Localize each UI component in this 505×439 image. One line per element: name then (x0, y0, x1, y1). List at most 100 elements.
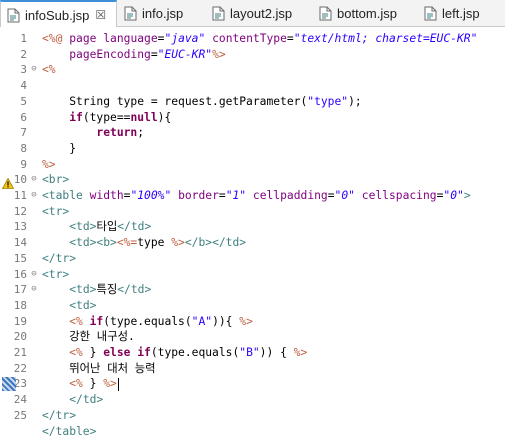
tab-bottom-jsp[interactable]: bottom.jsp (315, 0, 415, 27)
tab-info-jsp[interactable]: info.jsp (120, 0, 210, 27)
code-token (42, 346, 69, 359)
code-line[interactable]: </table> (42, 424, 505, 439)
change-marker-icon (2, 377, 16, 391)
code-token: (type== (83, 111, 131, 124)
code-token: null (130, 111, 157, 124)
line-number: 3 (0, 62, 27, 78)
code-token: %> (103, 377, 117, 390)
code-token: %> (171, 236, 185, 249)
code-token: = (328, 189, 335, 202)
code-line[interactable]: <td><b><%=type %></b></td> (42, 235, 505, 251)
code-token: (type.equals( (103, 315, 191, 328)
line-number: 14 (0, 235, 27, 251)
tab-left-jsp[interactable]: left.jsp (420, 0, 505, 27)
code-token (42, 283, 69, 296)
fold-toggle-icon[interactable]: ⊖ (30, 267, 38, 283)
line-number: 6 (0, 110, 27, 126)
tab-label: layout2.jsp (230, 6, 292, 21)
code-line[interactable]: <tr> (42, 204, 505, 220)
code-token: > (464, 189, 471, 202)
code-line[interactable]: pageEncoding="EUC-KR"%> (42, 47, 505, 63)
code-token: language (103, 32, 157, 45)
tab-label: bottom.jsp (337, 6, 397, 21)
line-number: 12 (0, 204, 27, 220)
code-token: "0" (335, 189, 355, 202)
line-number: 18 (0, 298, 27, 314)
jsp-file-icon (124, 6, 137, 21)
code-token: </tr> (42, 252, 76, 265)
code-line[interactable]: <tr> (42, 267, 505, 283)
code-token (42, 126, 96, 139)
jsp-file-icon (7, 8, 20, 23)
code-token: } (90, 346, 104, 359)
code-line[interactable]: <%@ page language="java" contentType="te… (42, 31, 505, 47)
code-line[interactable]: <% if(type.equals("A")){ %> (42, 314, 505, 330)
warning-icon[interactable] (2, 174, 14, 185)
code-token: <td> (69, 220, 96, 233)
text-caret (118, 378, 119, 391)
fold-toggle-icon[interactable]: ⊖ (30, 172, 38, 188)
code-line[interactable] (42, 78, 505, 94)
code-token: 타입 (96, 220, 117, 233)
code-token: <tr> (42, 205, 69, 218)
jsp-file-icon (212, 6, 225, 21)
fold-toggle-icon[interactable]: ⊖ (30, 188, 38, 204)
line-number: 22 (0, 361, 27, 377)
code-token: <% (69, 346, 89, 359)
code-token: "EUC-KR" (158, 48, 212, 61)
code-token (355, 189, 362, 202)
code-line[interactable]: <table width="100%" border="1" cellpaddi… (42, 188, 505, 204)
line-number: 8 (0, 141, 27, 157)
code-token (42, 393, 69, 406)
code-line[interactable]: </tr> (42, 251, 505, 267)
code-token: ; (137, 126, 144, 139)
code-line[interactable]: <td>타입</td> (42, 219, 505, 235)
code-token: contentType (212, 32, 287, 45)
code-token (42, 330, 69, 343)
line-number: 24 (0, 392, 27, 408)
code-line[interactable]: if(type==null){ (42, 110, 505, 126)
tab-infosub-jsp[interactable]: infoSub.jsp ☒ (0, 0, 117, 28)
code-token: <% (42, 63, 56, 76)
code-token: )) { (260, 346, 294, 359)
code-line[interactable]: 강한 내구성. (42, 329, 505, 345)
code-line[interactable]: String type = request.getParameter("type… (42, 94, 505, 110)
code-token: } (42, 142, 76, 155)
line-number: 25 (0, 408, 27, 424)
code-token: <tr> (42, 268, 69, 281)
code-line[interactable]: } (42, 141, 505, 157)
code-line[interactable]: <% } %> (42, 376, 505, 392)
code-line[interactable]: </td> (42, 392, 505, 408)
code-token: "text/html; charset=EUC-KR" (294, 32, 478, 45)
code-line[interactable]: </tr> (42, 408, 505, 424)
code-line[interactable]: %> (42, 157, 505, 173)
code-line[interactable]: <% } else if(type.equals("B")) { %> (42, 345, 505, 361)
tab-layout2-jsp[interactable]: layout2.jsp (208, 0, 308, 27)
code-token: (type.equals( (151, 346, 239, 359)
code-token: ){ (158, 111, 172, 124)
code-line[interactable]: <br> (42, 172, 505, 188)
code-line[interactable]: <td> (42, 298, 505, 314)
fold-toggle-icon[interactable]: ⊖ (30, 282, 38, 298)
code-token: <% (69, 315, 89, 328)
code-line[interactable]: 뛰어난 대처 능력 (42, 361, 505, 377)
code-editor[interactable]: 123⊖45678910⊖11⊖1213141516⊖17⊖1819202122… (0, 27, 505, 409)
code-line[interactable]: <% (42, 62, 505, 78)
close-tab-icon[interactable]: ☒ (95, 8, 106, 22)
code-token: </td> (69, 393, 103, 406)
code-token: <% (69, 377, 89, 390)
code-line[interactable]: return; (42, 125, 505, 141)
fold-toggle-icon[interactable]: ⊖ (30, 62, 38, 78)
code-token (42, 315, 69, 328)
code-token: width (90, 189, 124, 202)
code-token (246, 189, 253, 202)
code-token: = (287, 32, 294, 45)
code-token: <br> (42, 173, 69, 186)
code-line[interactable]: <td>특징</td> (42, 282, 505, 298)
line-number: 20 (0, 329, 27, 345)
code-token (42, 111, 69, 124)
code-token (42, 362, 69, 375)
line-number: 7 (0, 125, 27, 141)
code-token: return (96, 126, 137, 139)
code-token (42, 236, 69, 249)
